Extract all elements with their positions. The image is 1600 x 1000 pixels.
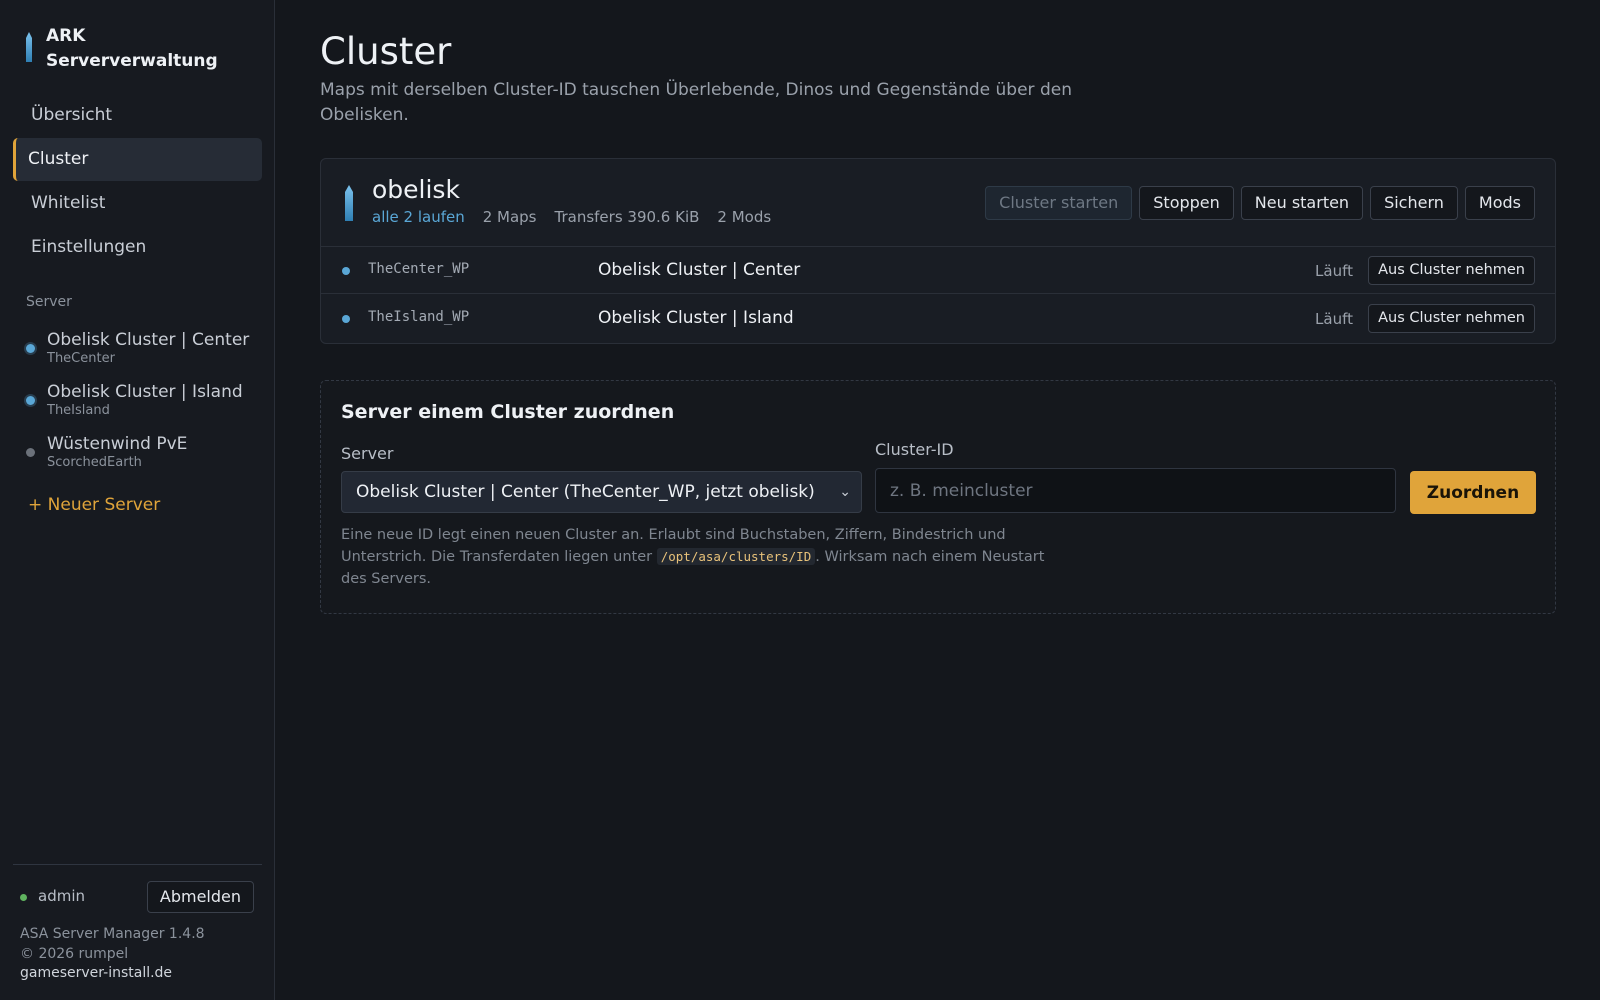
server-select-value: Obelisk Cluster | Center (TheCenter_WP, … — [356, 482, 815, 502]
member-map: TheCenter_WP — [368, 261, 470, 277]
start-cluster-button[interactable]: Cluster starten — [985, 186, 1133, 220]
server-list: Obelisk Cluster | Center TheCenter Obeli… — [26, 330, 266, 486]
obelisk-icon — [345, 185, 353, 221]
assign-button[interactable]: Zuordnen — [1410, 471, 1536, 514]
assign-help-text: Eine neue ID legt einen neuen Cluster an… — [341, 527, 1045, 587]
member-status: Läuft — [1315, 310, 1353, 328]
backup-cluster-button[interactable]: Sichern — [1370, 186, 1458, 220]
server-name: Obelisk Cluster | Island — [47, 382, 243, 402]
restart-cluster-button[interactable]: Neu starten — [1240, 186, 1364, 220]
main-nav: Übersicht Cluster Whitelist Einstellunge… — [13, 94, 262, 270]
nav-item-cluster[interactable]: Cluster — [13, 138, 262, 181]
nav-item-overview[interactable]: Übersicht — [13, 94, 262, 137]
remove-from-cluster-button[interactable]: Aus Cluster nehmen — [1368, 304, 1535, 333]
server-select[interactable]: Obelisk Cluster | Center (TheCenter_WP, … — [341, 471, 862, 513]
cluster-card: obelisk alle 2 laufen 2 Maps Transfers 3… — [320, 158, 1556, 344]
nav-item-whitelist[interactable]: Whitelist — [13, 182, 262, 225]
nav-item-settings[interactable]: Einstellungen — [13, 226, 262, 269]
member-status: Läuft — [1315, 262, 1353, 280]
cluster-meta: alle 2 laufen 2 Maps Transfers 390.6 KiB… — [372, 208, 771, 226]
divider — [13, 864, 262, 865]
cluster-id-input[interactable] — [875, 468, 1396, 513]
new-server-link[interactable]: + Neuer Server — [28, 495, 160, 515]
brand[interactable]: ARK Serververwaltung — [26, 24, 218, 74]
online-status-icon — [20, 894, 27, 901]
cluster-member-row: TheIsland_WP Obelisk Cluster | Island Lä… — [321, 295, 1555, 342]
username: admin — [38, 887, 85, 905]
member-name: Obelisk Cluster | Center — [598, 260, 801, 280]
cluster-mod-count: 2 Mods — [717, 208, 772, 226]
app-version: ASA Server Manager 1.4.8 — [20, 926, 205, 942]
assign-title: Server einem Cluster zuordnen — [341, 401, 675, 423]
cluster-actions: Cluster starten Stoppen Neu starten Sich… — [985, 186, 1535, 220]
server-map: ScorchedEarth — [47, 455, 142, 470]
server-item-island[interactable]: Obelisk Cluster | Island TheIsland — [26, 382, 266, 423]
chevron-down-icon: ⌄ — [839, 484, 851, 500]
sidebar: ARK Serververwaltung Übersicht Cluster W… — [0, 0, 275, 1000]
obelisk-icon — [26, 32, 32, 62]
page-title: Cluster — [320, 30, 452, 73]
cluster-name: obelisk — [372, 175, 460, 204]
status-dot-icon — [26, 344, 35, 353]
member-map: TheIsland_WP — [368, 309, 470, 325]
copyright: © 2026 rumpel — [20, 945, 129, 962]
cluster-status: alle 2 laufen — [372, 208, 465, 226]
status-dot-icon — [26, 396, 35, 405]
server-map: TheIsland — [47, 403, 110, 418]
cluster-id-label: Cluster-ID — [875, 440, 954, 459]
stop-cluster-button[interactable]: Stoppen — [1139, 186, 1234, 220]
remove-from-cluster-button[interactable]: Aus Cluster nehmen — [1368, 256, 1535, 285]
assign-cluster-form: Server einem Cluster zuordnen Server Clu… — [320, 380, 1556, 614]
brand-title: ARK — [46, 26, 86, 46]
server-section-label: Server — [26, 294, 72, 310]
cluster-member-row: TheCenter_WP Obelisk Cluster | Center Lä… — [321, 247, 1555, 294]
member-name: Obelisk Cluster | Island — [598, 308, 794, 328]
brand-subtitle: Serververwaltung — [46, 51, 218, 71]
server-item-wuestenwind[interactable]: Wüstenwind PvE ScorchedEarth — [26, 434, 266, 475]
server-name: Wüstenwind PvE — [47, 434, 188, 454]
server-label: Server — [341, 444, 394, 463]
cluster-map-count: 2 Maps — [482, 208, 537, 226]
status-dot-icon — [342, 315, 350, 323]
mods-button[interactable]: Mods — [1464, 186, 1535, 220]
cluster-transfers: Transfers 390.6 KiB — [554, 208, 700, 226]
logout-button[interactable]: Abmelden — [146, 881, 254, 913]
server-name: Obelisk Cluster | Center — [47, 330, 250, 350]
site-link[interactable]: gameserver-install.de — [20, 964, 205, 984]
page-description: Maps mit derselben Cluster-ID tauschen Ü… — [320, 80, 1072, 125]
user-row: admin Abmelden — [20, 880, 254, 913]
cluster-header: obelisk alle 2 laufen 2 Maps Transfers 3… — [321, 159, 1555, 247]
app-meta: ASA Server Manager 1.4.8 © 2026 rumpel g… — [20, 925, 205, 984]
status-dot-icon — [26, 448, 35, 457]
status-dot-icon — [342, 267, 350, 275]
server-map: TheCenter — [47, 351, 115, 366]
server-item-center[interactable]: Obelisk Cluster | Center TheCenter — [26, 330, 266, 371]
cluster-path: /opt/asa/clusters/ID — [656, 548, 816, 565]
